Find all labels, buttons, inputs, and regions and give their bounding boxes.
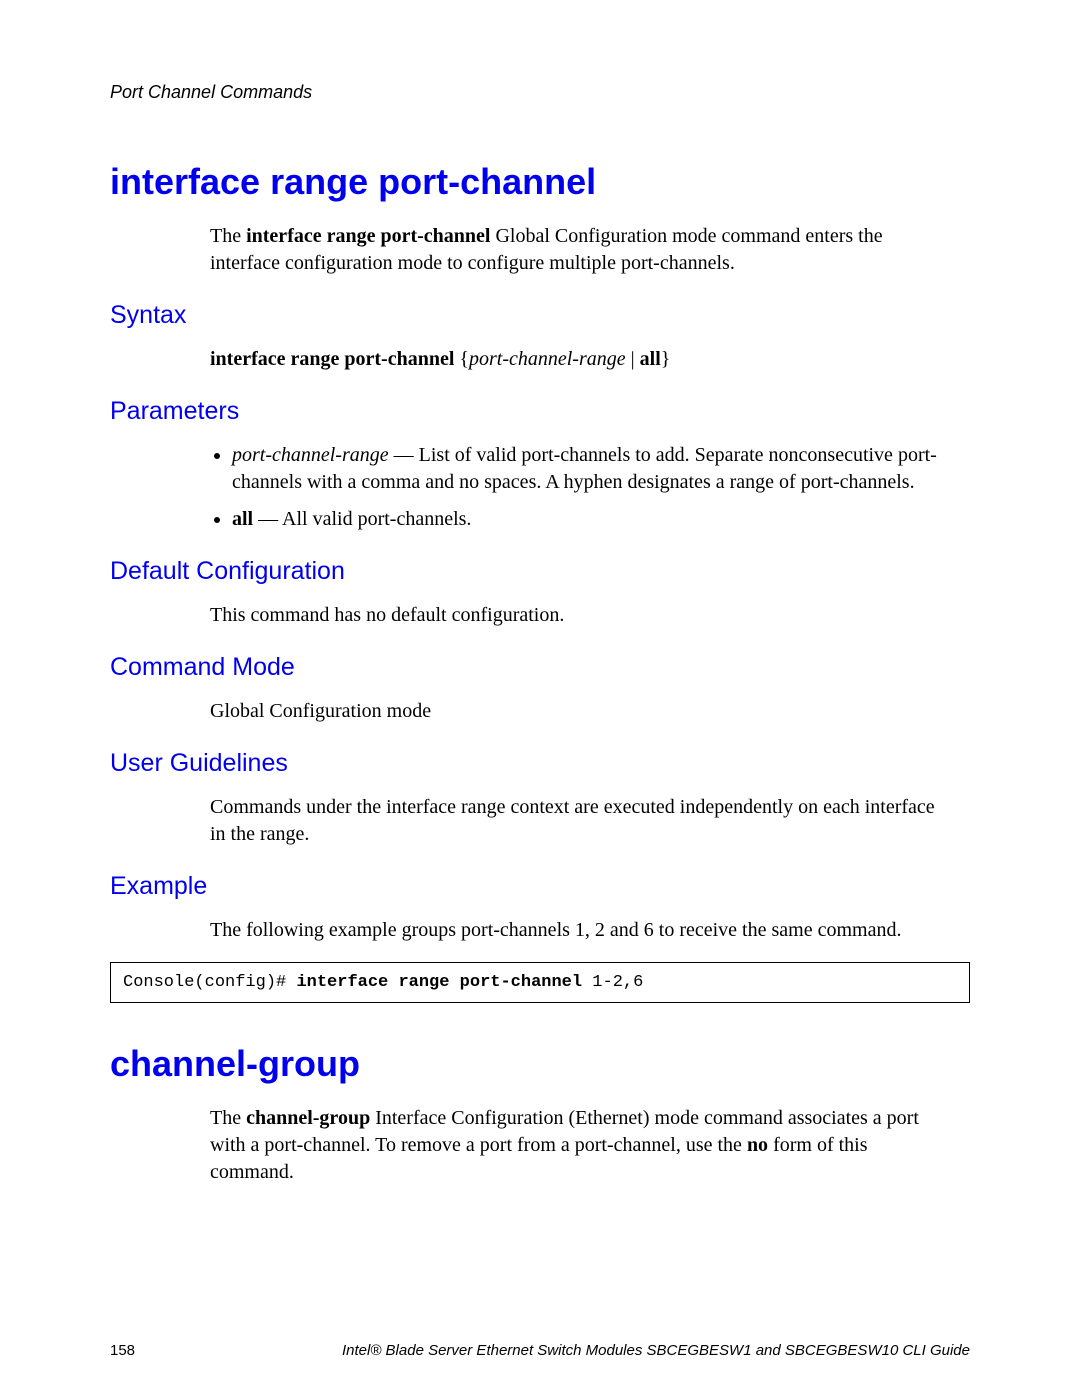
console-command: interface range port-channel bbox=[296, 973, 582, 992]
syntax-line: interface range port-channel {port-chann… bbox=[210, 346, 950, 373]
list-item: port-channel-range — List of valid port-… bbox=[232, 442, 950, 496]
intro2-pre: The bbox=[210, 1107, 246, 1129]
page-number: 158 bbox=[110, 1342, 135, 1359]
intro-block: The interface range port-channel Global … bbox=[210, 223, 950, 277]
parameters-block: port-channel-range — List of valid port-… bbox=[210, 442, 950, 533]
intro-paragraph: The interface range port-channel Global … bbox=[210, 223, 950, 277]
syntax-block: interface range port-channel {port-chann… bbox=[210, 346, 950, 373]
console-args: 1-2,6 bbox=[582, 973, 643, 992]
command-title-interface-range-port-channel: interface range port-channel bbox=[110, 161, 970, 203]
list-item: all — All valid port-channels. bbox=[232, 506, 950, 533]
user-guidelines-heading: User Guidelines bbox=[110, 749, 970, 778]
defcfg-block: This command has no default configuratio… bbox=[210, 602, 950, 629]
example-block: The following example groups port-channe… bbox=[210, 917, 950, 944]
page-footer: 158 Intel® Blade Server Ethernet Switch … bbox=[110, 1342, 970, 1359]
intro-bold: interface range port-channel bbox=[246, 225, 490, 247]
console-example: Console(config)# interface range port-ch… bbox=[110, 962, 970, 1003]
syntax-brace-close: } bbox=[661, 348, 671, 370]
chapter-header: Port Channel Commands bbox=[110, 82, 970, 103]
param1-name: port-channel-range bbox=[232, 444, 389, 466]
command-mode-heading: Command Mode bbox=[110, 653, 970, 682]
syntax-heading: Syntax bbox=[110, 301, 970, 330]
default-configuration-heading: Default Configuration bbox=[110, 557, 970, 586]
footer-title: Intel® Blade Server Ethernet Switch Modu… bbox=[342, 1342, 970, 1359]
example-heading: Example bbox=[110, 872, 970, 901]
parameters-list: port-channel-range — List of valid port-… bbox=[210, 442, 950, 533]
syntax-brace-open: { bbox=[454, 348, 469, 370]
syntax-sep: | bbox=[626, 348, 640, 370]
example-text: The following example groups port-channe… bbox=[210, 917, 950, 944]
intro-block-2: The channel-group Interface Configuratio… bbox=[210, 1105, 950, 1186]
intro-paragraph-2: The channel-group Interface Configuratio… bbox=[210, 1105, 950, 1186]
guidelines-block: Commands under the interface range conte… bbox=[210, 794, 950, 848]
intro-pre: The bbox=[210, 225, 246, 247]
intro2-bold1: channel-group bbox=[246, 1107, 370, 1129]
guidelines-text: Commands under the interface range conte… bbox=[210, 794, 950, 848]
syntax-italic: port-channel-range bbox=[469, 348, 626, 370]
param2-rest: — All valid port-channels. bbox=[253, 508, 471, 530]
parameters-heading: Parameters bbox=[110, 397, 970, 426]
param2-name: all bbox=[232, 508, 253, 530]
intro2-bold2: no bbox=[747, 1134, 768, 1156]
command-title-channel-group: channel-group bbox=[110, 1043, 970, 1085]
console-prompt: Console(config)# bbox=[123, 973, 296, 992]
syntax-bold: interface range port-channel bbox=[210, 348, 454, 370]
page: Port Channel Commands interface range po… bbox=[0, 0, 1080, 1397]
mode-block: Global Configuration mode bbox=[210, 698, 950, 725]
syntax-all: all bbox=[640, 348, 661, 370]
defcfg-text: This command has no default configuratio… bbox=[210, 602, 950, 629]
mode-text: Global Configuration mode bbox=[210, 698, 950, 725]
